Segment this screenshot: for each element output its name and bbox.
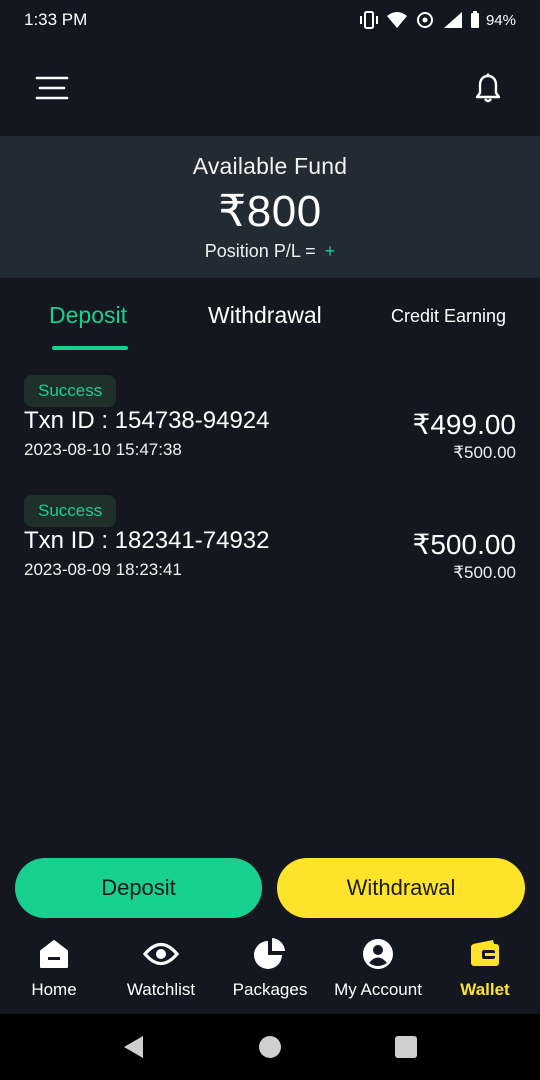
user-circle-icon xyxy=(363,939,393,969)
tab-withdrawal[interactable]: Withdrawal xyxy=(208,302,322,329)
home-icon xyxy=(40,940,68,968)
withdrawal-button[interactable]: Withdrawal xyxy=(277,858,525,918)
battery-icon xyxy=(470,11,479,28)
battery-level: 94% xyxy=(485,11,516,29)
transaction-item[interactable]: Success Txn ID : 182341-74932 2023-08-09… xyxy=(0,495,540,605)
status-icons: 94% xyxy=(358,11,516,29)
nav-item-packages[interactable]: Packages xyxy=(226,924,314,1014)
nav-item-wallet[interactable]: Wallet xyxy=(452,924,518,1014)
status-time: 1:33 PM xyxy=(24,10,88,29)
nav-label-home: Home xyxy=(31,980,77,999)
txn-datetime: 2023-08-09 18:23:41 xyxy=(24,560,182,579)
top-bar xyxy=(0,40,540,136)
fund-amount: ₹800 xyxy=(218,187,322,236)
txn-amount: ₹500.00 xyxy=(412,529,516,560)
active-tab-indicator xyxy=(52,346,128,350)
txn-sub-amount: ₹500.00 xyxy=(453,563,516,582)
status-badge: Success xyxy=(24,375,117,407)
nav-label-wallet: Wallet xyxy=(460,980,510,999)
fund-label: Available Fund xyxy=(192,153,348,179)
available-fund-card: Available Fund ₹800 Position P/L = + xyxy=(0,136,540,278)
wallet-tabs: Deposit Withdrawal Credit Earning xyxy=(0,290,540,352)
tab-credit-earning[interactable]: Credit Earning xyxy=(391,306,506,327)
nav-item-watchlist[interactable]: Watchlist xyxy=(116,924,206,1014)
status-badge: Success xyxy=(24,495,117,527)
back-icon[interactable] xyxy=(121,1034,147,1060)
nav-item-my-account[interactable]: My Account xyxy=(326,924,430,1014)
wallet-icon xyxy=(471,940,499,966)
position-pl: Position P/L = + xyxy=(205,241,335,262)
txn-id: Txn ID : 182341-74932 xyxy=(24,527,270,554)
tab-deposit[interactable]: Deposit xyxy=(49,302,127,329)
txn-sub-amount: ₹500.00 xyxy=(453,443,516,462)
status-bar: 1:33 PM 94% xyxy=(0,0,540,40)
hamburger-menu-icon[interactable] xyxy=(30,66,74,110)
nav-label-watchlist: Watchlist xyxy=(126,980,196,999)
pie-chart-icon xyxy=(254,938,285,969)
eye-icon xyxy=(143,942,179,966)
signal-icon xyxy=(443,12,462,28)
txn-amount: ₹499.00 xyxy=(412,409,516,440)
nav-item-home[interactable]: Home xyxy=(18,924,90,1014)
txn-id: Txn ID : 154738-94924 xyxy=(24,407,270,434)
pl-label: Position P/L = xyxy=(204,241,321,261)
wifi-icon xyxy=(386,12,407,28)
pl-value: + xyxy=(324,241,336,261)
deposit-button[interactable]: Deposit xyxy=(15,858,262,918)
nav-label-my-account: My Account xyxy=(334,980,422,999)
bell-icon[interactable] xyxy=(466,66,510,110)
bottom-nav: Home Watchlist Packages My Account Walle… xyxy=(0,924,540,1014)
hotspot-icon xyxy=(416,12,433,28)
system-nav-bar xyxy=(0,1014,540,1080)
nav-label-packages: Packages xyxy=(232,980,308,999)
transaction-item[interactable]: Success Txn ID : 154738-94924 2023-08-10… xyxy=(0,375,540,485)
txn-datetime: 2023-08-10 15:47:38 xyxy=(24,440,182,459)
vibrate-icon xyxy=(359,11,378,29)
home-circle-icon[interactable] xyxy=(257,1034,283,1060)
recents-icon[interactable] xyxy=(393,1034,419,1060)
